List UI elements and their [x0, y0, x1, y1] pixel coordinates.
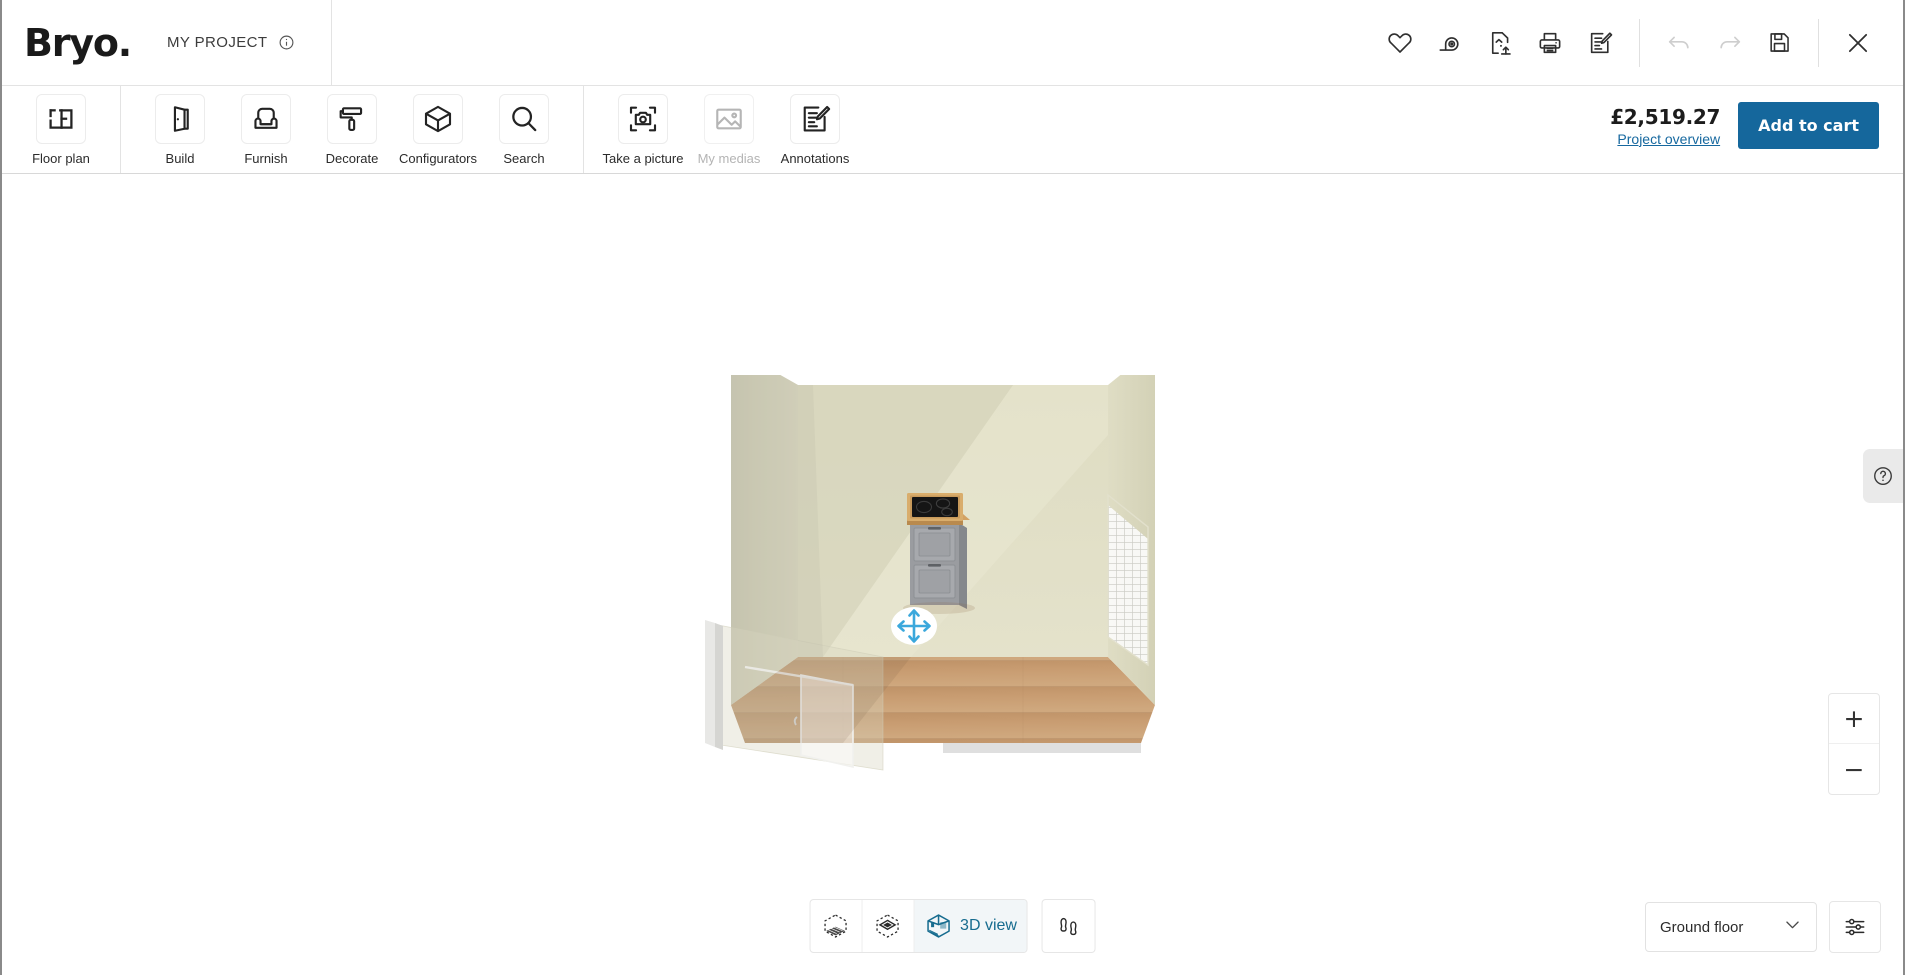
floor-selector-value: Ground floor [1660, 919, 1743, 936]
view-mode-label: 3D view [960, 917, 1017, 935]
tool-build[interactable]: Build [137, 86, 223, 166]
help-button[interactable] [1863, 449, 1903, 503]
tool-label: Decorate [326, 151, 379, 166]
redo-button[interactable] [1704, 18, 1754, 68]
cube-icon [413, 94, 463, 144]
note-edit-icon [790, 94, 840, 144]
walkthrough-group [1042, 899, 1096, 953]
floorplan-icon [36, 94, 86, 144]
header-divider-1 [1639, 19, 1640, 67]
camera-icon [618, 94, 668, 144]
cart-zone: £2,519.27 Project overview Add to cart [1610, 86, 1903, 149]
app-header: Bryo. MY PROJECT [2, 0, 1903, 86]
tool-label: Search [503, 151, 544, 166]
toolbar-group-media: Take a picture My medias [584, 86, 874, 173]
project-price: £2,519.27 [1610, 105, 1720, 129]
room-render [693, 375, 1213, 775]
header-divider-2 [1818, 19, 1819, 67]
print-button[interactable] [1525, 18, 1575, 68]
floor-selector[interactable]: Ground floor [1645, 902, 1817, 952]
toolbar-group-design: Build Furnish [121, 86, 584, 173]
view-mode-doll-house[interactable] [862, 900, 914, 952]
door-icon [155, 94, 205, 144]
tool-label: Build [166, 151, 195, 166]
zoom-controls: + − [1828, 693, 1880, 795]
tool-label: Floor plan [32, 151, 90, 166]
tool-label: Configurators [399, 151, 477, 166]
tool-label: Annotations [781, 151, 850, 166]
zoom-in-button[interactable]: + [1829, 694, 1879, 744]
view-mode-group: 3D view [809, 899, 1028, 953]
save-button[interactable] [1754, 18, 1804, 68]
floor-controls: Ground floor [1645, 901, 1881, 953]
chevron-down-icon [1783, 915, 1802, 939]
app-window: Bryo. MY PROJECT [0, 0, 1905, 975]
viewport-canvas[interactable]: + − [2, 174, 1903, 975]
view-mode-3d-view[interactable]: 3D view [914, 900, 1027, 952]
zoom-out-button[interactable]: − [1829, 744, 1879, 794]
3d-room-scene[interactable] [693, 375, 1213, 775]
paint-roller-icon [327, 94, 377, 144]
tool-configurators[interactable]: Configurators [395, 86, 481, 166]
tool-annotations[interactable]: Annotations [772, 86, 858, 166]
armchair-icon [241, 94, 291, 144]
image-icon [704, 94, 754, 144]
display-settings-button[interactable] [1829, 901, 1881, 953]
walkthrough-button[interactable] [1043, 900, 1095, 952]
move-gizmo[interactable] [891, 603, 937, 649]
project-name: MY PROJECT [167, 34, 267, 51]
tool-decorate[interactable]: Decorate [309, 86, 395, 166]
import-plan-button[interactable] [1475, 18, 1525, 68]
view-mode-bar: 3D view [809, 899, 1096, 953]
tool-label: My medias [698, 151, 761, 166]
main-toolbar: Floor plan Build [2, 86, 1903, 174]
tool-label: Furnish [244, 151, 287, 166]
tool-label: Take a picture [603, 151, 684, 166]
app-logo: Bryo. [24, 24, 131, 62]
close-button[interactable] [1833, 18, 1883, 68]
tool-floor-plan[interactable]: Floor plan [18, 86, 104, 166]
add-to-cart-button[interactable]: Add to cart [1738, 102, 1879, 149]
price-block: £2,519.27 Project overview [1610, 105, 1720, 147]
brand-zone: Bryo. MY PROJECT [2, 0, 332, 85]
toolbar-group-plan: Floor plan [2, 86, 121, 173]
measuring-tape-button[interactable] [1425, 18, 1475, 68]
tool-take-a-picture[interactable]: Take a picture [600, 86, 686, 166]
magnifier-icon [499, 94, 549, 144]
project-overview-link[interactable]: Project overview [1610, 131, 1720, 147]
header-actions [1375, 0, 1903, 85]
notes-button[interactable] [1575, 18, 1625, 68]
tool-my-medias[interactable]: My medias [686, 86, 772, 166]
tool-furnish[interactable]: Furnish [223, 86, 309, 166]
tool-search[interactable]: Search [481, 86, 567, 166]
favorite-button[interactable] [1375, 18, 1425, 68]
info-circle-icon[interactable] [278, 34, 295, 51]
undo-button[interactable] [1654, 18, 1704, 68]
view-mode-2d-plan[interactable] [810, 900, 862, 952]
